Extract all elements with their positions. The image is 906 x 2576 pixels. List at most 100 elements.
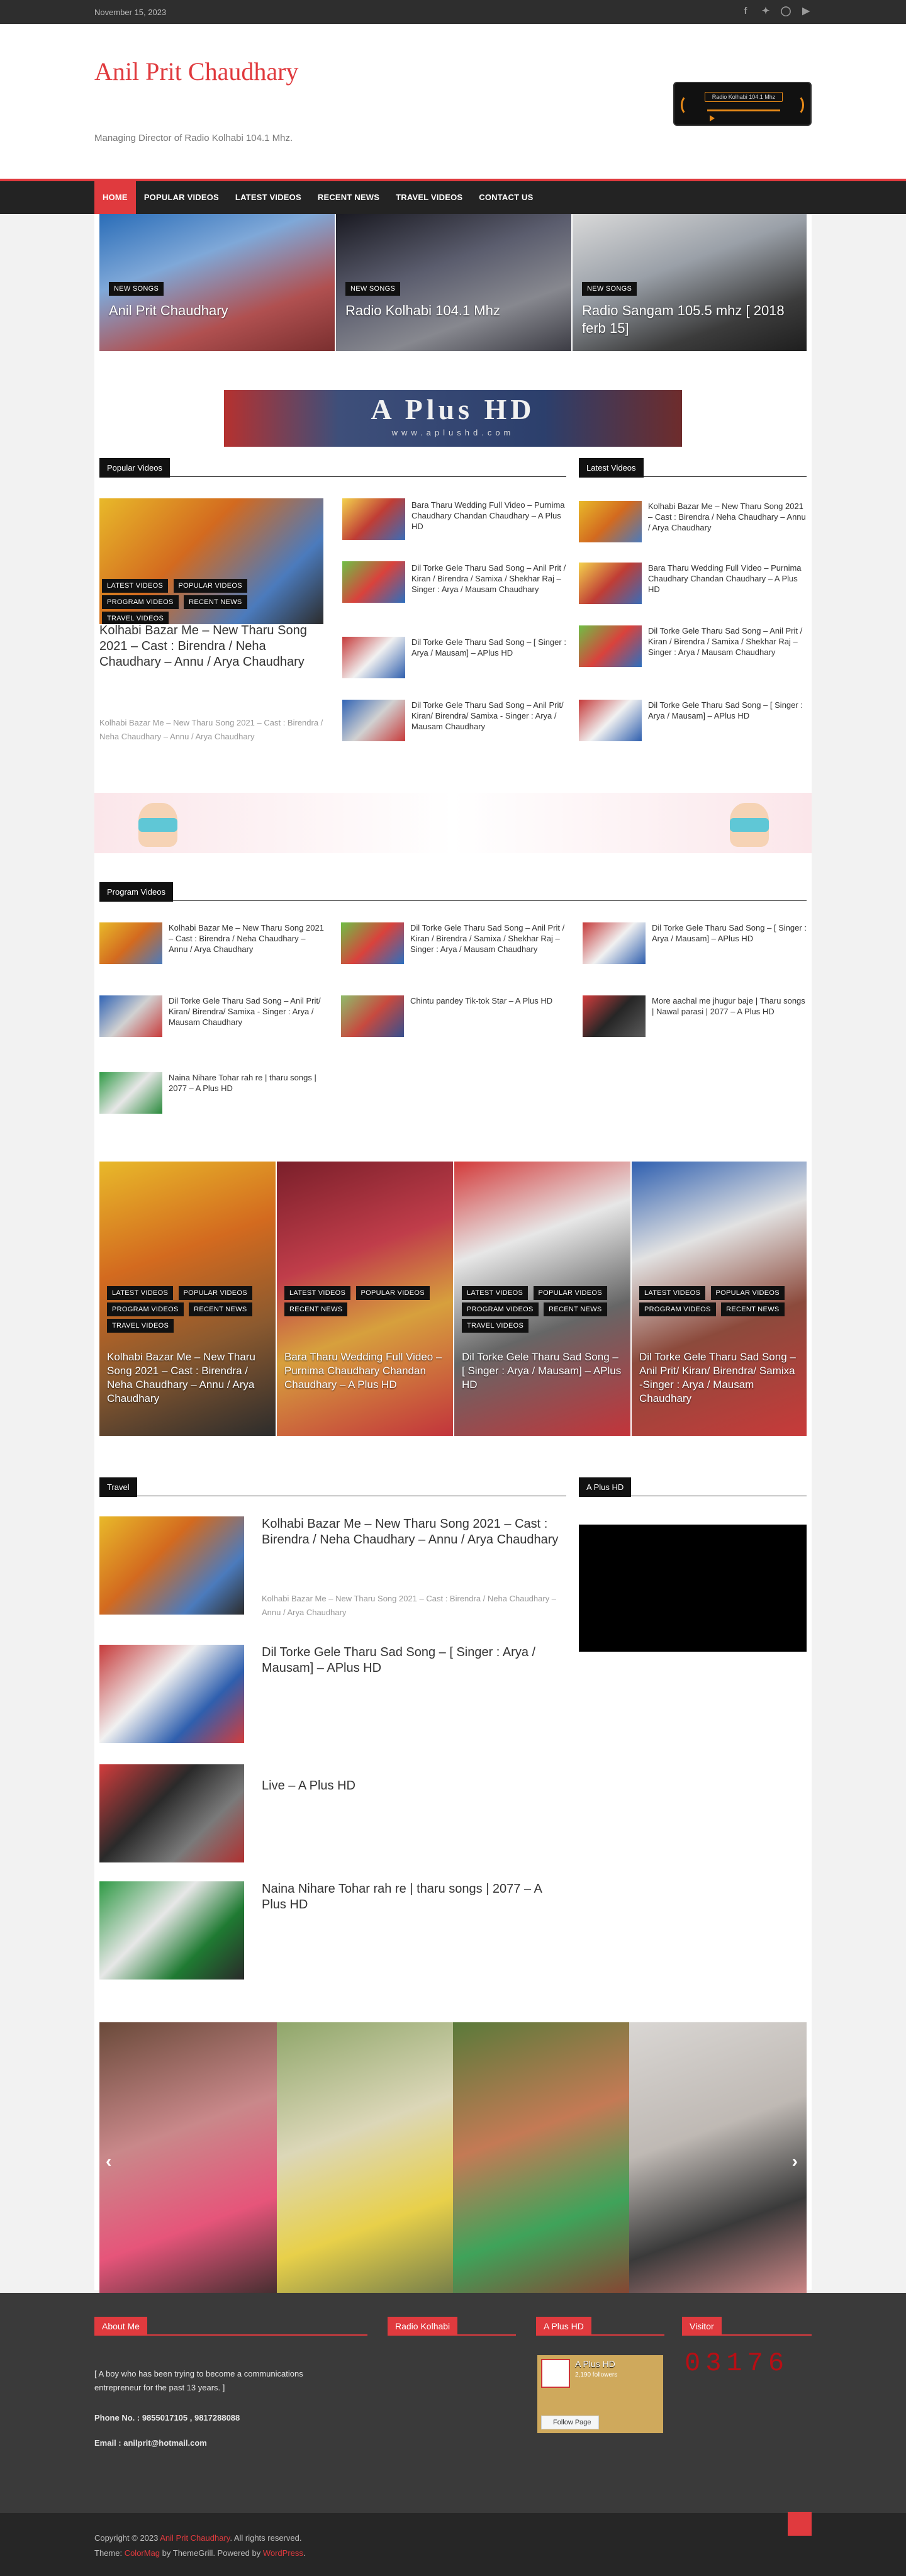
category-tag[interactable]: NEW SONGS bbox=[345, 282, 401, 296]
facebook-page-widget[interactable]: A Plus HD 2,190 followers Follow Page bbox=[537, 2355, 663, 2433]
travel-post-title[interactable]: Live – A Plus HD bbox=[262, 1778, 568, 1794]
category-tag[interactable]: NEW SONGS bbox=[582, 282, 637, 296]
follow-page-button[interactable]: Follow Page bbox=[541, 2416, 599, 2429]
post-thumbnail[interactable] bbox=[583, 922, 646, 964]
category-tag[interactable]: RECENT NEWS bbox=[184, 595, 247, 609]
category-tag[interactable]: LATEST VIDEOS bbox=[462, 1286, 528, 1300]
category-tag[interactable]: RECENT NEWS bbox=[544, 1302, 607, 1316]
featured-title[interactable]: Radio Kolhabi 104.1 Mhz bbox=[345, 302, 562, 320]
post-thumbnail[interactable] bbox=[341, 995, 404, 1037]
site-title[interactable]: Anil Prit Chaudhary bbox=[94, 54, 321, 89]
post-thumbnail[interactable] bbox=[99, 995, 162, 1037]
latest-post-title[interactable]: Dil Torke Gele Tharu Sad Song – [ Singer… bbox=[648, 700, 808, 721]
latest-post-title[interactable]: Dil Torke Gele Tharu Sad Song – Anil Pri… bbox=[648, 625, 808, 658]
popular-post-title[interactable]: Bara Tharu Wedding Full Video – Purnima … bbox=[411, 500, 566, 532]
travel-post-title[interactable]: Naina Nihare Tohar rah re | tharu songs … bbox=[262, 1881, 568, 1913]
category-tag[interactable]: PROGRAM VIDEOS bbox=[639, 1302, 716, 1316]
featured-post[interactable]: NEW SONGS Anil Prit Chaudhary bbox=[99, 214, 335, 351]
play-icon[interactable] bbox=[710, 115, 715, 121]
category-tag[interactable]: PROGRAM VIDEOS bbox=[102, 595, 179, 609]
video-embed[interactable] bbox=[579, 1525, 807, 1652]
nav-home[interactable]: HOME bbox=[94, 181, 136, 214]
post-thumbnail[interactable] bbox=[579, 563, 642, 604]
theme-link[interactable]: ColorMag bbox=[125, 2548, 160, 2558]
program-post-title[interactable]: More aachal me jhugur baje | Tharu songs… bbox=[652, 995, 808, 1017]
grid-post[interactable]: LATEST VIDEOS POPULAR VIDEOS PROGRAM VID… bbox=[99, 1162, 276, 1436]
post-thumbnail[interactable] bbox=[342, 498, 405, 540]
featured-title[interactable]: Anil Prit Chaudhary bbox=[109, 302, 325, 320]
popular-post-title[interactable]: Dil Torke Gele Tharu Sad Song – Anil Pri… bbox=[411, 563, 566, 595]
post-thumbnail[interactable] bbox=[99, 1645, 244, 1743]
popular-post-title[interactable]: Dil Torke Gele Tharu Sad Song – Anil Pri… bbox=[411, 700, 566, 732]
category-tag[interactable]: LATEST VIDEOS bbox=[639, 1286, 706, 1300]
scroll-to-top-button[interactable] bbox=[788, 2512, 812, 2536]
youtube-icon[interactable]: ▶ bbox=[800, 6, 812, 17]
grid-post[interactable]: LATEST VIDEOS POPULAR VIDEOS PROGRAM VID… bbox=[454, 1162, 630, 1436]
travel-post-title[interactable]: Kolhabi Bazar Me – New Tharu Song 2021 –… bbox=[262, 1516, 568, 1548]
category-tag[interactable]: RECENT NEWS bbox=[721, 1302, 785, 1316]
nav-popular-videos[interactable]: POPULAR VIDEOS bbox=[136, 181, 227, 214]
post-thumbnail[interactable] bbox=[342, 561, 405, 603]
fb-page-name[interactable]: A Plus HD bbox=[575, 2359, 615, 2369]
nav-contact-us[interactable]: CONTACT US bbox=[471, 181, 541, 214]
category-tag[interactable]: TRAVEL VIDEOS bbox=[462, 1319, 529, 1333]
category-tag[interactable]: POPULAR VIDEOS bbox=[533, 1286, 607, 1300]
latest-post-title[interactable]: Bara Tharu Wedding Full Video – Purnima … bbox=[648, 563, 808, 595]
program-post-title[interactable]: Dil Torke Gele Tharu Sad Song – Anil Pri… bbox=[410, 922, 568, 955]
chevron-right-icon[interactable]: › bbox=[792, 2151, 798, 2171]
post-thumbnail[interactable] bbox=[579, 700, 642, 741]
nav-travel-videos[interactable]: TRAVEL VIDEOS bbox=[388, 181, 471, 214]
travel-post-title[interactable]: Dil Torke Gele Tharu Sad Song – [ Singer… bbox=[262, 1645, 568, 1676]
category-tag[interactable]: LATEST VIDEOS bbox=[284, 1286, 351, 1300]
program-post-title[interactable]: Dil Torke Gele Tharu Sad Song – [ Singer… bbox=[652, 922, 808, 944]
popular-main-thumbnail[interactable]: LATEST VIDEOS POPULAR VIDEOS PROGRAM VID… bbox=[99, 498, 323, 624]
post-thumbnail[interactable] bbox=[99, 922, 162, 964]
post-thumbnail[interactable] bbox=[583, 995, 646, 1037]
post-thumbnail[interactable] bbox=[99, 1072, 162, 1114]
post-thumbnail[interactable] bbox=[342, 700, 405, 741]
grid-post-title[interactable]: Dil Torke Gele Tharu Sad Song – [ Singer… bbox=[462, 1350, 623, 1392]
latest-post-title[interactable]: Kolhabi Bazar Me – New Tharu Song 2021 –… bbox=[648, 501, 808, 533]
category-tag[interactable]: POPULAR VIDEOS bbox=[710, 1286, 785, 1300]
grid-post[interactable]: LATEST VIDEOS POPULAR VIDEOS RECENT NEWS… bbox=[277, 1162, 453, 1436]
nav-latest-videos[interactable]: LATEST VIDEOS bbox=[227, 181, 310, 214]
nav-recent-news[interactable]: RECENT NEWS bbox=[310, 181, 388, 214]
grid-post[interactable]: LATEST VIDEOS POPULAR VIDEOS PROGRAM VID… bbox=[632, 1162, 807, 1436]
radio-player[interactable]: Radio Kolhabi 104.1 Mhz bbox=[673, 82, 812, 126]
footer-email[interactable]: Email : anilprit@hotmail.com bbox=[94, 2436, 359, 2450]
category-tag[interactable]: PROGRAM VIDEOS bbox=[107, 1302, 184, 1316]
program-post-title[interactable]: Naina Nihare Tohar rah re | tharu songs … bbox=[169, 1072, 325, 1094]
category-tag[interactable]: RECENT NEWS bbox=[284, 1302, 348, 1316]
gallery-image[interactable] bbox=[99, 2022, 277, 2299]
aplus-banner[interactable]: A Plus HD www.aplushd.com bbox=[224, 390, 682, 447]
post-thumbnail[interactable] bbox=[99, 1516, 244, 1615]
category-tag[interactable]: POPULAR VIDEOS bbox=[355, 1286, 430, 1300]
category-tag[interactable]: TRAVEL VIDEOS bbox=[102, 612, 169, 624]
category-tag[interactable]: NEW SONGS bbox=[109, 282, 164, 296]
post-thumbnail[interactable] bbox=[579, 501, 642, 542]
category-tag[interactable]: POPULAR VIDEOS bbox=[173, 579, 247, 593]
featured-post[interactable]: NEW SONGS Radio Kolhabi 104.1 Mhz bbox=[336, 214, 571, 351]
post-thumbnail[interactable] bbox=[341, 922, 404, 964]
category-tag[interactable]: POPULAR VIDEOS bbox=[178, 1286, 252, 1300]
instagram-icon[interactable]: ◯ bbox=[780, 6, 791, 17]
program-post-title[interactable]: Chintu pandey Tik-tok Star – A Plus HD bbox=[410, 995, 568, 1006]
ad-banner[interactable] bbox=[94, 793, 812, 853]
post-thumbnail[interactable] bbox=[342, 637, 405, 678]
category-tag[interactable]: LATEST VIDEOS bbox=[102, 579, 169, 593]
twitter-icon[interactable]: ✦ bbox=[760, 6, 771, 17]
grid-post-title[interactable]: Bara Tharu Wedding Full Video – Purnima … bbox=[284, 1350, 445, 1392]
gallery-image[interactable] bbox=[277, 2022, 453, 2299]
grid-post-title[interactable]: Kolhabi Bazar Me – New Tharu Song 2021 –… bbox=[107, 1350, 268, 1406]
wordpress-link[interactable]: WordPress bbox=[263, 2548, 303, 2558]
gallery-image[interactable] bbox=[453, 2022, 629, 2299]
post-thumbnail[interactable] bbox=[99, 1881, 244, 1980]
program-post-title[interactable]: Kolhabi Bazar Me – New Tharu Song 2021 –… bbox=[169, 922, 325, 955]
category-tag[interactable]: PROGRAM VIDEOS bbox=[462, 1302, 539, 1316]
popular-post-title[interactable]: Dil Torke Gele Tharu Sad Song – [ Singer… bbox=[411, 637, 566, 658]
program-post-title[interactable]: Dil Torke Gele Tharu Sad Song – Anil Pri… bbox=[169, 995, 325, 1028]
category-tag[interactable]: RECENT NEWS bbox=[189, 1302, 252, 1316]
copyright-site-link[interactable]: Anil Prit Chaudhary bbox=[160, 2533, 230, 2543]
chevron-left-icon[interactable]: ‹ bbox=[106, 2151, 111, 2171]
post-thumbnail[interactable] bbox=[99, 1764, 244, 1862]
